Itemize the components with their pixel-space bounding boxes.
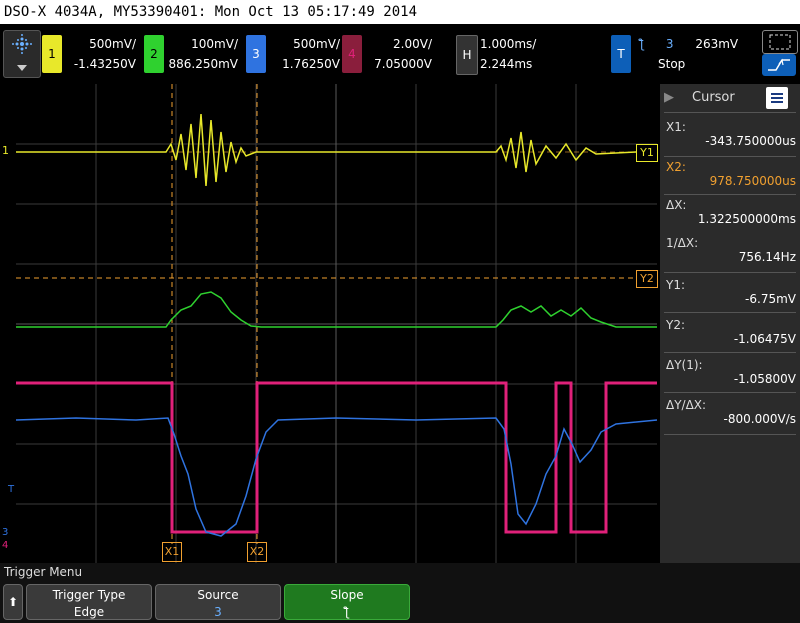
trigger-slope-icon: ƪ — [640, 37, 645, 51]
channel-4-key[interactable]: 4 — [342, 35, 362, 73]
cursor-panel: ▶ Cursor X1: -343.750000us X2: 978.75000… — [660, 84, 800, 563]
ch1-trace — [16, 113, 637, 187]
source-value: 3 — [214, 605, 222, 619]
cursor-x1-label: X1: — [666, 120, 686, 134]
slope-value: ƪ — [344, 605, 350, 619]
cursor-dydx-row: ΔY/ΔX: -800.000V/s — [666, 398, 796, 426]
channel-1-settings[interactable]: 500mV/ -1.43250V — [64, 34, 136, 74]
channel-1-key[interactable]: 1 — [42, 35, 62, 73]
channel-1-scale: 500mV/ — [89, 37, 136, 51]
acquisition-status: Stop — [658, 57, 686, 71]
chevron-down-icon — [17, 65, 27, 71]
source-title: Source — [197, 588, 239, 602]
title-bar: DSO-X 4034A, MY53390401: Mon Oct 13 05:1… — [0, 0, 800, 24]
cursor-y1-value: -6.75mV — [745, 292, 796, 306]
channel-2-scale: 100mV/ — [191, 37, 238, 51]
cursor-panel-title: Cursor — [692, 90, 735, 105]
cursor-y1-label: Y1: — [666, 278, 686, 292]
channel-3-scale: 500mV/ — [293, 37, 340, 51]
cursor-inv-dx-value: 756.14Hz — [738, 250, 796, 264]
up-arrow-icon: ⬆ — [7, 595, 19, 609]
trigger-type-title: Trigger Type — [52, 588, 126, 602]
cursor-x2-label: X2: — [666, 160, 686, 174]
collapse-arrow-icon[interactable]: ▶ — [664, 84, 674, 112]
channel-3-settings[interactable]: 500mV/ 1.76250V — [268, 34, 340, 74]
cursor-inv-dx-row: 1/ΔX: 756.14Hz — [666, 236, 796, 264]
rising-edge-icon — [768, 58, 790, 71]
cursor-x2-value: 978.750000us — [709, 174, 796, 188]
channel-4-settings[interactable]: 2.00V/ 7.05000V — [360, 34, 432, 74]
cursor-y2-value: -1.06475V — [733, 332, 796, 346]
cursor-dy-label: ΔY(1): — [666, 358, 703, 372]
waveform-display[interactable]: X1 X2 Y1 Y2 — [15, 84, 658, 563]
ch3-ground-marker: 3 — [2, 527, 9, 538]
cursor-x1-row: X1: -343.750000us — [666, 120, 796, 148]
cursor-y2-label: Y2: — [666, 318, 686, 332]
graticule — [16, 84, 657, 563]
channel-2-settings[interactable]: 100mV/ 886.250mV — [166, 34, 238, 74]
slope-title: Slope — [330, 588, 364, 602]
panel-menu-icon[interactable] — [766, 87, 788, 109]
trigger-level: 263mV — [695, 37, 739, 51]
trigger-edge-button[interactable] — [762, 54, 796, 76]
cursor-dx-row: ΔX: 1.322500000ms — [666, 198, 796, 226]
ch3-trigger-level-marker: T — [8, 484, 15, 495]
channel-2-offset: 886.250mV — [168, 57, 238, 71]
cursor-panel-header: ▶ Cursor — [660, 84, 800, 112]
y2-marker[interactable]: Y2 — [636, 270, 658, 288]
ch4-ground-marker: 4 — [2, 540, 9, 551]
trigger-source: 3 — [665, 37, 674, 51]
menu-title: Trigger Menu — [4, 565, 83, 579]
timebase-value: 1.000ms/ — [480, 37, 537, 51]
channel-4-offset: 7.05000V — [374, 57, 432, 71]
channel-1-offset: -1.43250V — [73, 57, 136, 71]
channel-4-scale: 2.00V/ — [393, 37, 432, 51]
back-button[interactable]: ⬆ — [3, 584, 23, 620]
dashed-box-icon — [769, 34, 791, 50]
horizontal-settings[interactable]: 1.000ms/ 2.244ms — [480, 34, 552, 74]
cursor-y2-row: Y2: -1.06475V — [666, 318, 796, 346]
x2-marker[interactable]: X2 — [247, 542, 267, 562]
cursor-dydx-value: -800.000V/s — [723, 412, 796, 426]
cursor-inv-dx-label: 1/ΔX: — [666, 236, 699, 250]
cursor-y1-row: Y1: -6.75mV — [666, 278, 796, 306]
delay-value: 2.244ms — [480, 57, 533, 71]
y1-marker[interactable]: Y1 — [636, 144, 658, 162]
trigger-type-softkey[interactable]: Trigger Type Edge — [26, 584, 152, 620]
x1-marker[interactable]: X1 — [162, 542, 182, 562]
cursor-dydx-label: ΔY/ΔX: — [666, 398, 707, 412]
trigger-type-value: Edge — [73, 605, 105, 619]
channel-3-key[interactable]: 3 — [246, 35, 266, 73]
cursor-dx-value: 1.322500000ms — [697, 212, 796, 226]
channel-3-offset: 1.76250V — [282, 57, 340, 71]
agilent-logo-icon — [12, 34, 32, 71]
trigger-settings[interactable]: ƪ 3 263mV Stop — [640, 34, 752, 74]
trigger-key[interactable]: T — [611, 35, 631, 73]
ch1-ground-marker: 1 — [2, 144, 9, 157]
horizontal-key[interactable]: H — [456, 35, 478, 75]
cursor-dy-value: -1.05800V — [733, 372, 796, 386]
waveform-grid-svg — [15, 84, 658, 563]
cursor-x1-value: -343.750000us — [705, 134, 796, 148]
waveform-logo-button[interactable] — [3, 30, 41, 78]
cursor-dx-label: ΔX: — [666, 198, 687, 212]
touch-select-button[interactable] — [762, 30, 798, 54]
cursor-x2-row: X2: 978.750000us — [666, 160, 796, 188]
channel-2-key[interactable]: 2 — [144, 35, 164, 73]
cursor-dy-row: ΔY(1): -1.05800V — [666, 358, 796, 386]
source-softkey[interactable]: Source 3 — [155, 584, 281, 620]
slope-softkey[interactable]: Slope ƪ — [284, 584, 410, 620]
